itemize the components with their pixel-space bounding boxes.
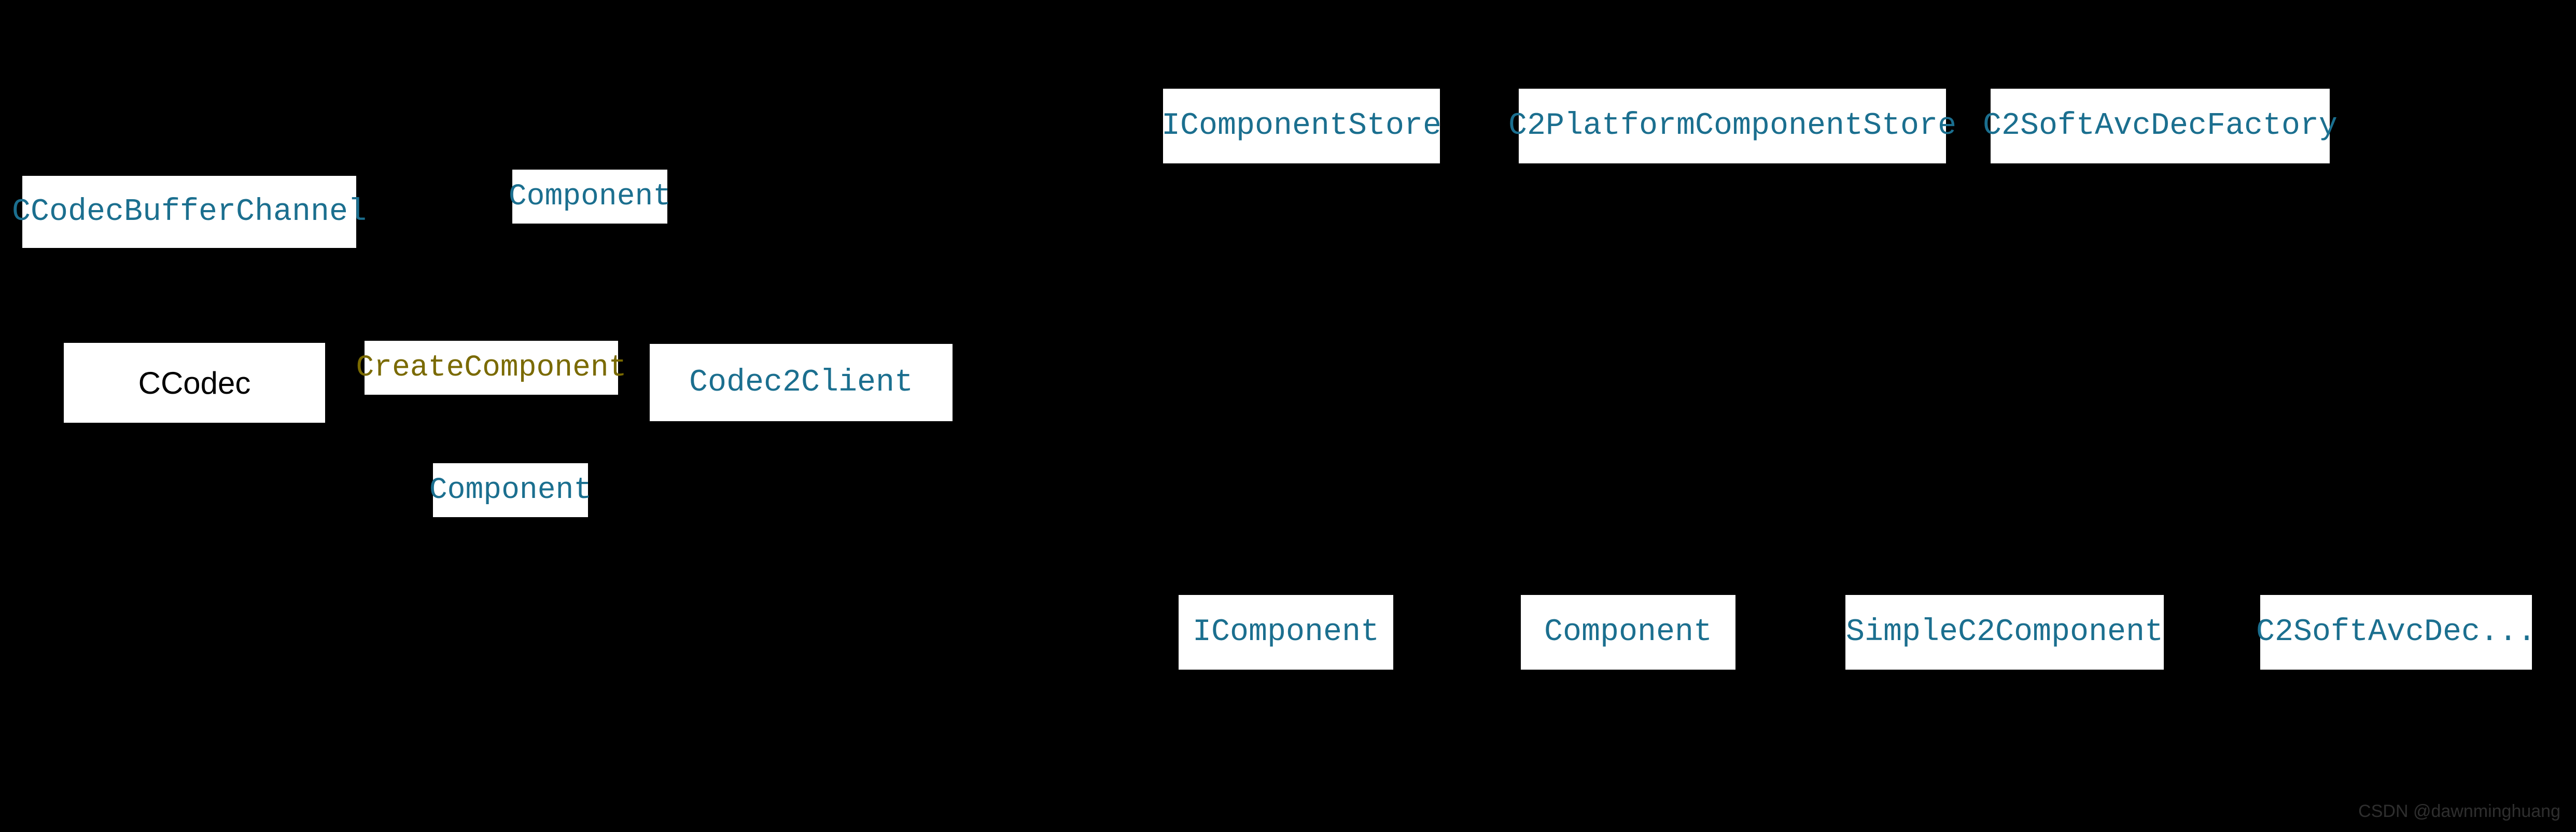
node-ccodec: CCodec: [62, 341, 327, 424]
node-component-right: Component: [1519, 593, 1737, 671]
node-component-top: Component: [511, 168, 669, 225]
node-c2-soft-avc-dec-factory: C2SoftAvcDecFactory: [1989, 87, 2331, 165]
node-c2-soft-avc-dec: C2SoftAvcDec...: [2259, 593, 2533, 671]
node-codec2-client: Codec2Client: [648, 342, 954, 423]
node-ccodec-buffer-channel: CCodecBufferChannel: [21, 174, 358, 249]
node-create-component: CreateComponent: [363, 339, 620, 396]
node-icomponent: IComponent: [1177, 593, 1395, 671]
node-icomponent-store: IComponentStore: [1161, 87, 1441, 165]
node-c2-platform-component-store: C2PlatformComponentStore: [1517, 87, 1948, 165]
watermark: CSDN @dawnminghuang: [2358, 801, 2560, 822]
node-component-bottom: Component: [431, 462, 590, 519]
node-simple-c2-component: SimpleC2Component: [1844, 593, 2165, 671]
diagram-canvas: CCodecBufferChannel Component CCodec Cre…: [0, 0, 2576, 832]
